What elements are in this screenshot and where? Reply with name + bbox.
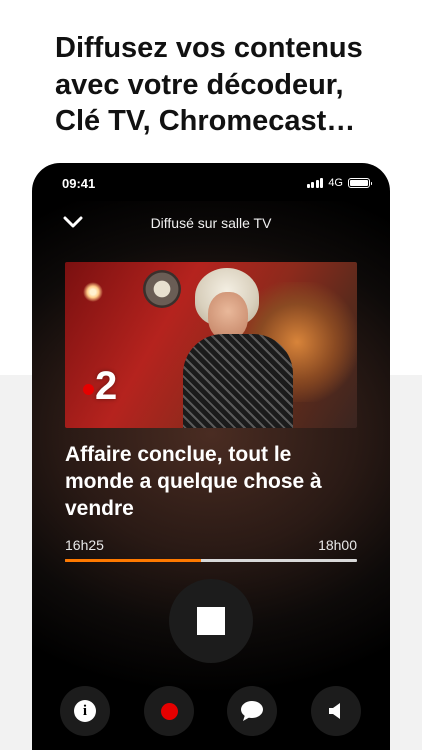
- volume-button[interactable]: [311, 686, 361, 736]
- info-icon: i: [74, 700, 96, 722]
- program-thumbnail: 2: [65, 262, 357, 428]
- record-button[interactable]: [144, 686, 194, 736]
- network-label: 4G: [328, 177, 343, 189]
- channel-dot-icon: [83, 383, 94, 395]
- player-screen: Diffusé sur salle TV 2 Affaire conclue, …: [32, 201, 390, 750]
- comment-button[interactable]: [227, 686, 277, 736]
- phone-frame: 09:41 4G Diffusé sur salle TV 2 Affaire …: [32, 163, 390, 750]
- stop-icon: [197, 607, 225, 635]
- promo-headline: Diffusez vos contenus avec votre décodeu…: [55, 30, 400, 140]
- headline-line-2: avec votre décodeur,: [55, 68, 344, 101]
- speech-bubble-icon: [241, 701, 263, 721]
- status-time: 09:41: [62, 176, 96, 191]
- headline-line-1: Diffusez vos contenus: [55, 32, 363, 64]
- info-button[interactable]: i: [60, 686, 110, 736]
- speaker-icon: [329, 703, 340, 719]
- signal-icon: [306, 178, 324, 188]
- end-time: 18h00: [318, 537, 357, 553]
- status-bar: 09:41 4G: [32, 163, 390, 201]
- header-title: Diffusé sur salle TV: [150, 215, 272, 231]
- status-indicators: 4G: [306, 176, 372, 190]
- record-icon: [160, 702, 178, 720]
- battery-icon: [348, 178, 372, 188]
- player-header: Diffusé sur salle TV: [32, 201, 390, 245]
- start-time: 16h25: [65, 537, 104, 553]
- channel-number: 2: [95, 364, 118, 408]
- progress-fill: [65, 559, 201, 562]
- headline-line-3: Clé TV, Chromecast…: [55, 105, 356, 137]
- program-title: Affaire conclue, tout le monde a quelque…: [65, 443, 322, 520]
- progress-bar: [65, 559, 357, 562]
- channel-logo: 2: [83, 366, 117, 406]
- stop-button[interactable]: [169, 579, 253, 663]
